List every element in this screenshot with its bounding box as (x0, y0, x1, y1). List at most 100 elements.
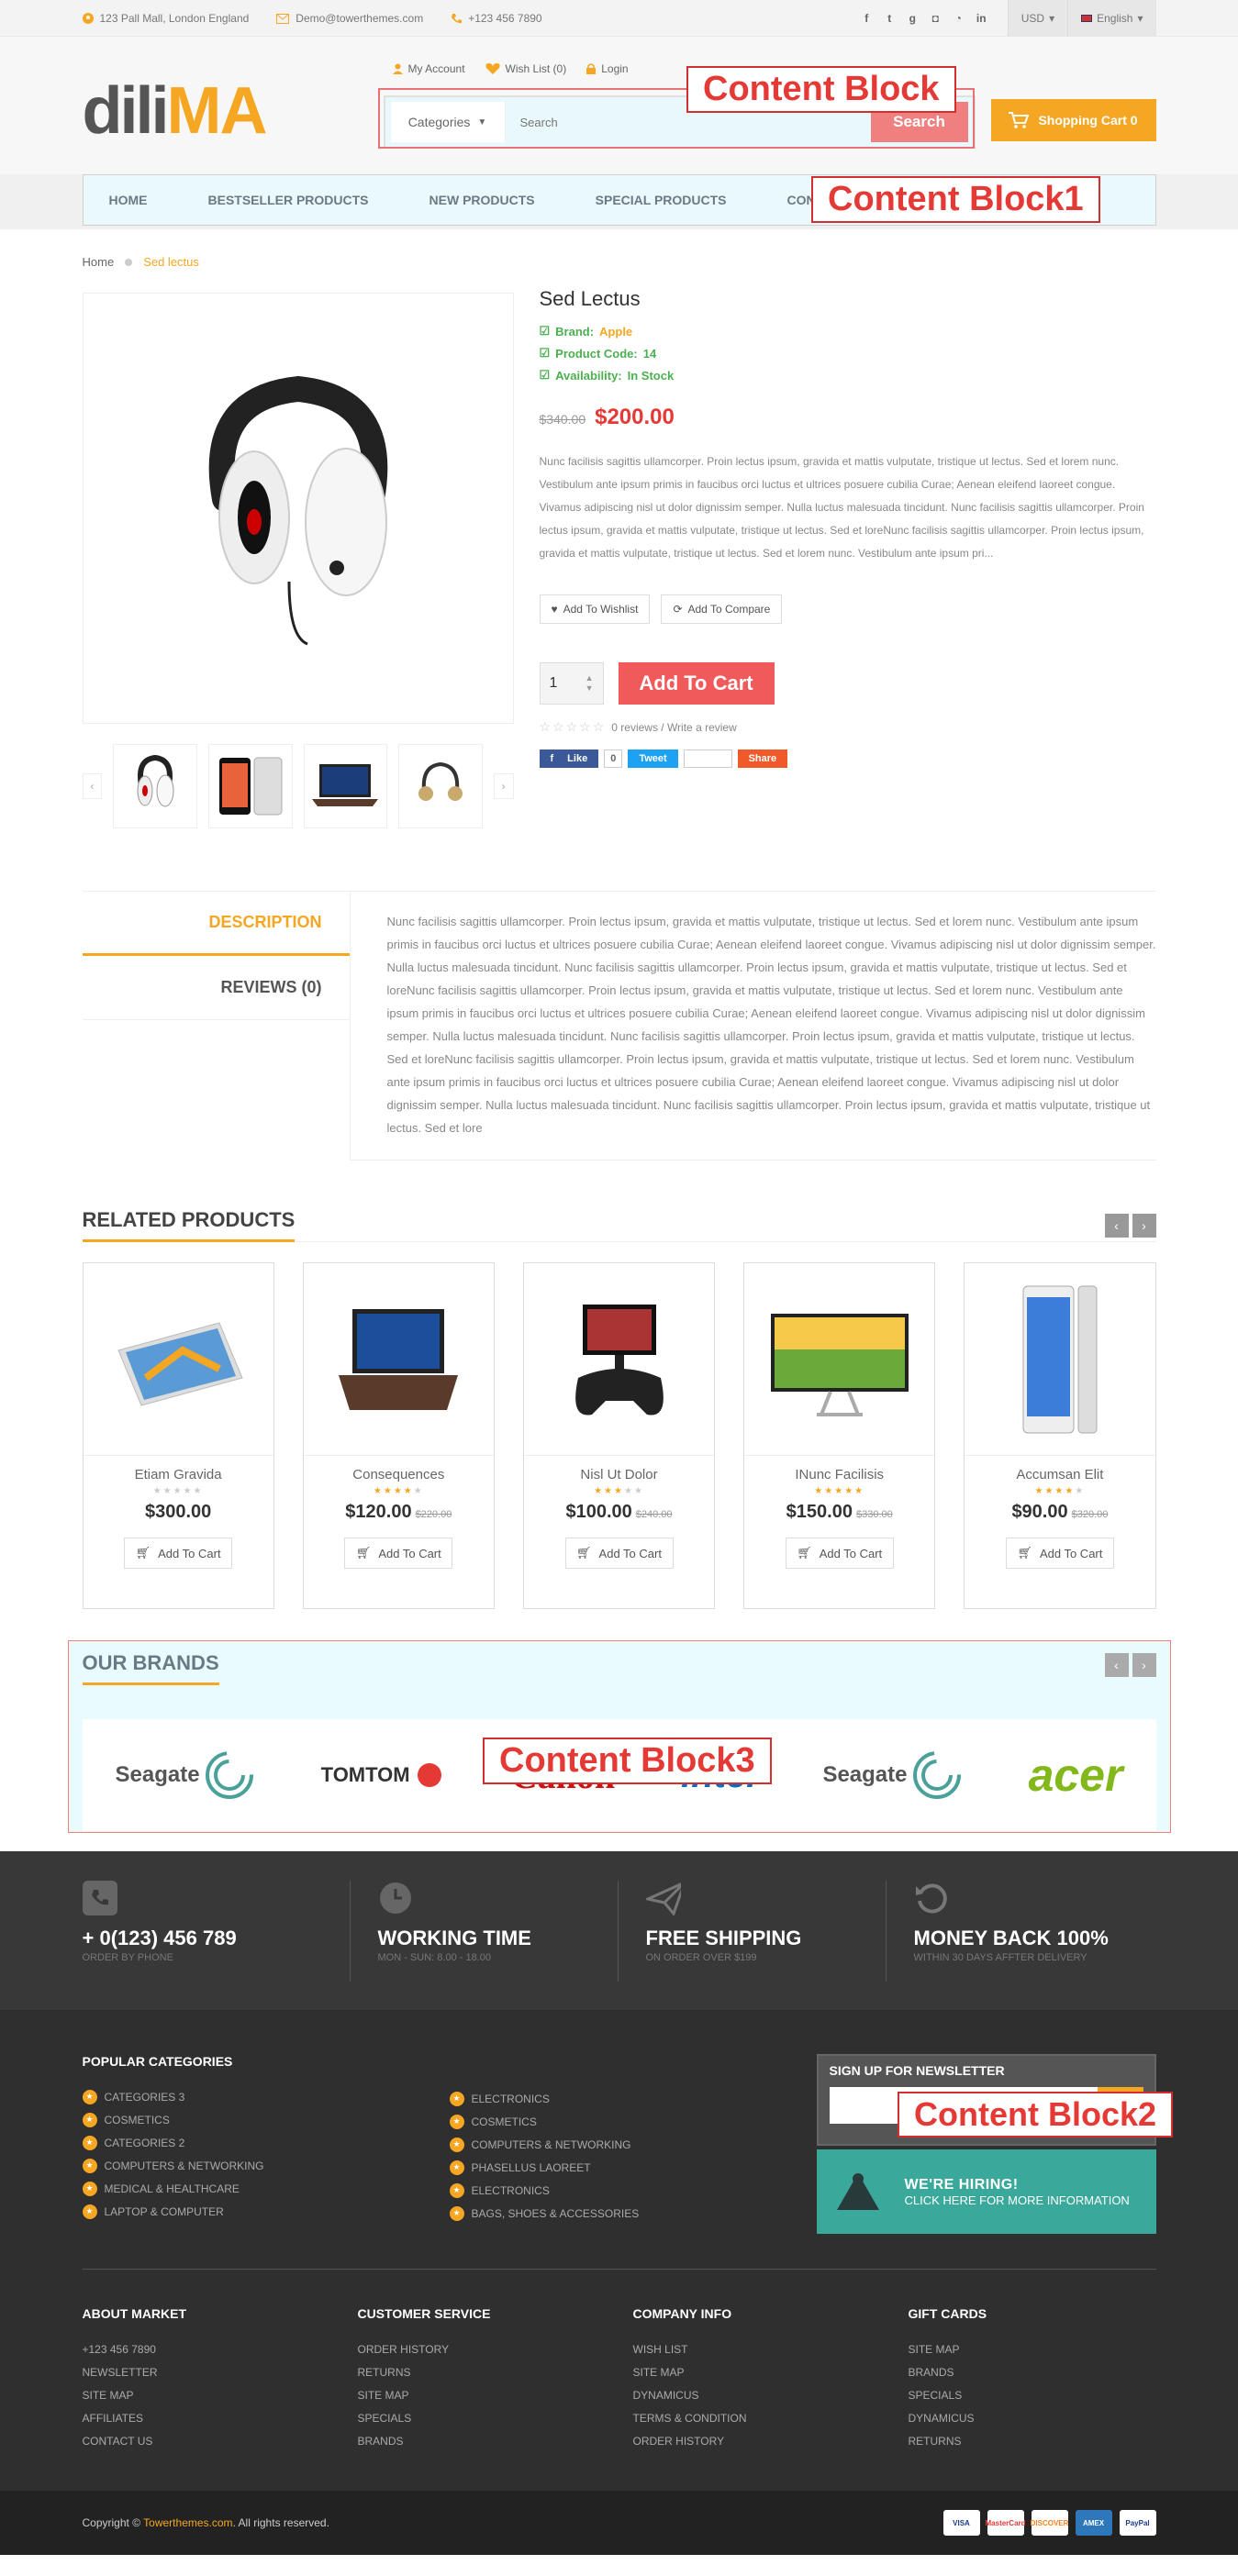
brand-acer[interactable]: acer (1029, 1749, 1123, 1802)
wishlist-link[interactable]: Wish List (0) (485, 62, 566, 75)
category-link[interactable]: ★ COSMETICS (82, 2108, 450, 2131)
category-link[interactable]: ★ CATEGORIES 3 (82, 2085, 450, 2108)
add-to-cart-button[interactable]: 🛒︎ Add To Cart (344, 1538, 453, 1569)
site-logo[interactable]: dili MA (83, 78, 268, 144)
thumbs-prev-icon[interactable]: ‹ (82, 773, 103, 799)
category-select[interactable]: Categories ▼ (390, 102, 506, 142)
category-link[interactable]: ★ COMPUTERS & NETWORKING (449, 2133, 817, 2156)
product-main-image[interactable] (82, 293, 514, 724)
product-image[interactable] (965, 1263, 1155, 1456)
increment-icon[interactable]: ▲ (586, 673, 594, 683)
thumbnail-headphones-2[interactable] (398, 744, 483, 828)
product-name[interactable]: Consequences (304, 1467, 494, 1482)
prev-arrow-icon[interactable]: ‹ (1104, 1653, 1129, 1677)
footer-link[interactable]: BRANDS (909, 2360, 1156, 2383)
category-link[interactable]: ★ LAPTOP & COMPUTER (82, 2200, 450, 2223)
nav-item-home[interactable]: HOME (109, 193, 148, 207)
facebook-icon[interactable]: f (861, 12, 873, 25)
footer-link[interactable]: SPECIALS (358, 2406, 633, 2429)
product-name[interactable]: INunc Facilisis (744, 1467, 934, 1482)
footer-link[interactable]: SITE MAP (358, 2383, 633, 2406)
footer-link[interactable]: SITE MAP (633, 2360, 909, 2383)
add-to-cart-button[interactable]: 🛒︎ Add To Cart (124, 1538, 233, 1569)
shopping-cart-button[interactable]: Shopping Cart 0 (990, 99, 1156, 141)
email-info[interactable]: Demo@towerthemes.com (276, 12, 423, 25)
my-account-link[interactable]: My Account (392, 62, 465, 75)
footer-link[interactable]: DYNAMICUS (633, 2383, 909, 2406)
facebook-like-button[interactable]: f Like (539, 749, 599, 768)
footer-link[interactable]: DYNAMICUS (909, 2406, 1156, 2429)
brand-seagate-2[interactable]: Seagate (822, 1749, 962, 1801)
thumbnail-laptop[interactable] (303, 744, 388, 828)
instagram-icon[interactable]: ◘ (930, 12, 942, 25)
category-link[interactable]: ★ MEDICAL & HEALTHCARE (82, 2177, 450, 2200)
category-link[interactable]: ★ BAGS, SHOES & ACCESSORIES (449, 2202, 817, 2225)
footer-link[interactable]: NEWSLETTER (83, 2360, 358, 2383)
product-card[interactable]: Nisl Ut Dolor ★★★★★ $100.00 $240.00 🛒︎ Add… (522, 1262, 716, 1609)
product-name[interactable]: Etiam Gravida (84, 1467, 273, 1482)
hiring-banner[interactable]: WE'RE HIRING! CLICK HERE FOR MORE INFORM… (816, 2149, 1156, 2234)
product-image[interactable] (303, 1263, 494, 1456)
footer-link[interactable]: ORDER HISTORY (358, 2337, 633, 2360)
currency-select[interactable]: USD ▾ (1007, 0, 1068, 37)
footer-link[interactable]: BRANDS (358, 2429, 633, 2452)
thumbs-next-icon[interactable]: › (493, 773, 514, 799)
language-select[interactable]: English ▾ (1067, 0, 1156, 37)
reviews-link[interactable]: 0 reviews / Write a review (611, 721, 736, 734)
brand-tomtom[interactable]: TOMTOM (321, 1761, 445, 1789)
footer-link[interactable]: ORDER HISTORY (633, 2429, 909, 2452)
category-link[interactable]: ★ PHASELLUS LAOREET (449, 2156, 817, 2179)
product-name[interactable]: Nisl Ut Dolor (524, 1467, 714, 1482)
footer-link[interactable]: SITE MAP (909, 2337, 1156, 2360)
share-button[interactable]: Share (737, 749, 788, 768)
footer-link[interactable]: WISH LIST (633, 2337, 909, 2360)
add-to-cart-button[interactable]: 🛒︎ Add To Cart (785, 1538, 894, 1569)
footer-link[interactable]: +123 456 7890 (83, 2337, 358, 2360)
pinterest-button[interactable]: Pin it (683, 749, 732, 768)
product-image[interactable] (523, 1263, 715, 1456)
add-to-cart-button[interactable]: Add To Cart (618, 662, 775, 705)
product-image[interactable] (83, 1263, 273, 1456)
decrement-icon[interactable]: ▼ (586, 683, 594, 694)
category-link[interactable]: ★ COMPUTERS & NETWORKING (82, 2154, 450, 2177)
quantity-stepper[interactable]: 1 ▲ ▼ (539, 662, 604, 705)
tab-reviews[interactable]: REVIEWS (0) (82, 956, 350, 1020)
add-to-cart-button[interactable]: 🛒︎ Add To Cart (1005, 1538, 1114, 1569)
category-link[interactable]: ★ COSMETICS (449, 2110, 817, 2133)
footer-link[interactable]: AFFILIATES (83, 2406, 358, 2429)
footer-link[interactable]: TERMS & CONDITION (633, 2406, 909, 2429)
twitter-icon[interactable]: t (884, 12, 896, 25)
product-image[interactable] (744, 1263, 935, 1456)
product-card[interactable]: Consequences ★★★★★ $120.00 $220.00 🛒︎ Add … (302, 1262, 495, 1609)
prev-arrow-icon[interactable]: ‹ (1104, 1213, 1129, 1238)
footer-link[interactable]: CONTACT US (83, 2429, 358, 2452)
category-link[interactable]: ★ CATEGORIES 2 (82, 2131, 450, 2154)
quantity-value[interactable]: 1 (550, 675, 558, 692)
product-card[interactable]: INunc Facilisis ★★★★★ $150.00 $330.00 🛒︎ A… (743, 1262, 936, 1609)
login-link[interactable]: Login (586, 62, 629, 75)
brand-seagate[interactable]: Seagate (116, 1749, 255, 1801)
thumbnail-phone[interactable] (207, 744, 293, 828)
next-arrow-icon[interactable]: › (1132, 1213, 1156, 1238)
google-plus-icon[interactable]: g (907, 12, 919, 25)
footer-link[interactable]: RETURNS (909, 2429, 1156, 2452)
breadcrumb-home[interactable]: Home (83, 255, 115, 269)
copyright-link[interactable]: Towerthemes.com (143, 2516, 232, 2529)
rss-icon[interactable]: ◔ (953, 12, 965, 25)
footer-link[interactable]: SPECIALS (909, 2383, 1156, 2406)
add-to-wishlist-button[interactable]: ♥ Add To Wishlist (539, 594, 651, 624)
category-link[interactable]: ★ ELECTRONICS (449, 2087, 817, 2110)
footer-link[interactable]: SITE MAP (83, 2383, 358, 2406)
nav-item-bestseller[interactable]: BESTSELLER PRODUCTS (208, 193, 369, 207)
brand-value[interactable]: Apple (599, 325, 632, 339)
add-to-cart-button[interactable]: 🛒︎ Add To Cart (564, 1538, 674, 1569)
nav-item-special[interactable]: SPECIAL PRODUCTS (596, 193, 727, 207)
product-card[interactable]: Accumsan Elit ★★★★★ $90.00 $320.00 🛒︎ Add … (964, 1262, 1156, 1609)
linkedin-icon[interactable]: in (976, 12, 987, 25)
product-card[interactable]: Etiam Gravida ★★★★★ $300.00 🛒︎ Add To Car… (82, 1262, 274, 1609)
nav-item-new[interactable]: NEW PRODUCTS (429, 193, 535, 207)
next-arrow-icon[interactable]: › (1132, 1653, 1156, 1677)
thumbnail-headphones[interactable] (113, 744, 197, 828)
tweet-button[interactable]: Tweet (628, 749, 678, 768)
tab-description[interactable]: DESCRIPTION (82, 892, 350, 956)
